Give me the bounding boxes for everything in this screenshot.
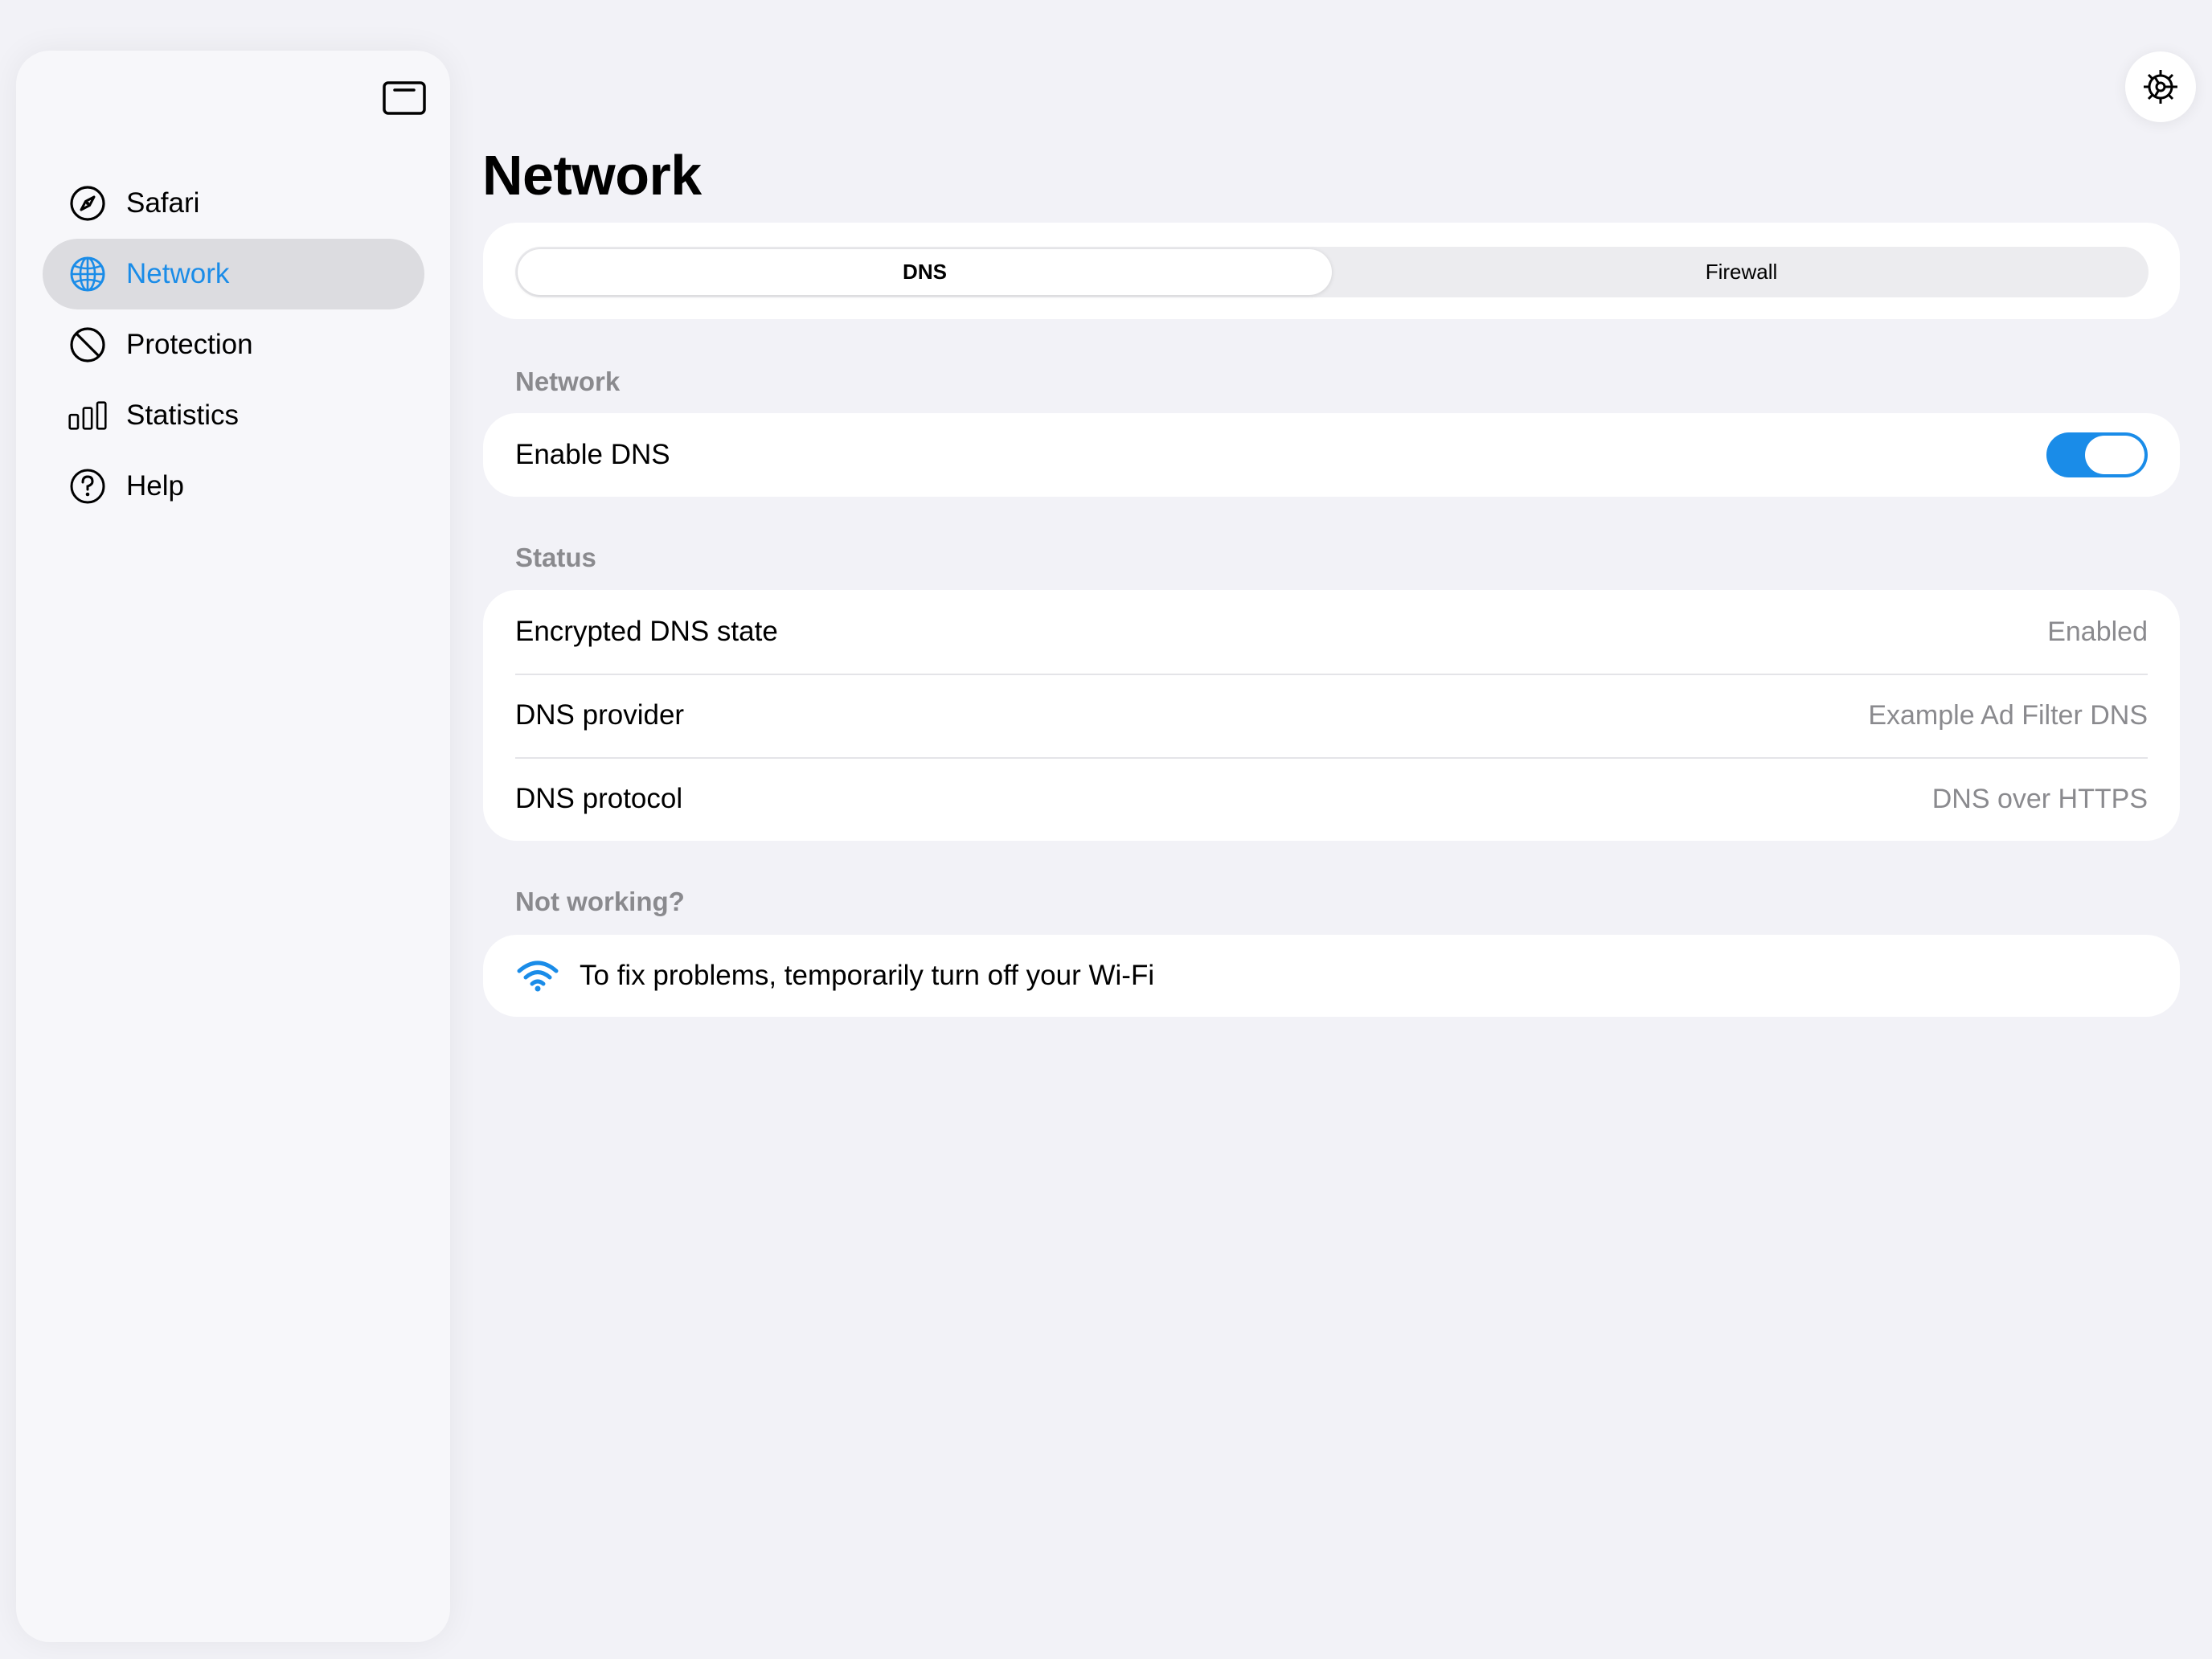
- sidebar-nav: Safari Network Protection Statistics Hel…: [43, 168, 424, 522]
- bar-chart-icon: [68, 396, 107, 435]
- enable-dns-toggle[interactable]: [2046, 432, 2148, 477]
- wifi-tip-text: To fix problems, temporarily turn off yo…: [580, 960, 1155, 991]
- wifi-tip-row: To fix problems, temporarily turn off yo…: [483, 935, 2180, 1017]
- sidebar-item-label: Safari: [126, 187, 200, 219]
- status-row-value: Example Ad Filter DNS: [1868, 699, 2148, 731]
- toggle-knob: [2085, 436, 2144, 474]
- globe-icon: [68, 255, 107, 293]
- sidebar-item-protection[interactable]: Protection: [43, 309, 424, 380]
- sidebar-item-label: Statistics: [126, 399, 240, 431]
- page-title: Network: [482, 144, 702, 207]
- wifi-icon: [515, 956, 560, 995]
- status-row-label: Encrypted DNS state: [515, 616, 778, 647]
- sidebar-item-network[interactable]: Network: [43, 239, 424, 309]
- enable-dns-label: Enable DNS: [515, 439, 670, 470]
- segmented-control: DNS Firewall: [515, 247, 2149, 297]
- sidebar-toggle-button[interactable]: [372, 70, 436, 126]
- sidebar-icon: [383, 81, 426, 115]
- sidebar-item-label: Help: [126, 470, 184, 502]
- compass-icon: [68, 184, 107, 223]
- status-row-value: DNS over HTTPS: [1931, 783, 2148, 814]
- status-card: Encrypted DNS state Enabled DNS provider…: [483, 590, 2180, 841]
- enable-dns-row: Enable DNS: [483, 413, 2180, 497]
- sidebar-item-statistics[interactable]: Statistics: [43, 380, 424, 451]
- status-row-dns-provider: DNS provider Example Ad Filter DNS: [483, 674, 2180, 757]
- sidebar-item-help[interactable]: Help: [43, 451, 424, 522]
- help-card: To fix problems, temporarily turn off yo…: [483, 935, 2180, 1017]
- tab-dns[interactable]: DNS: [518, 249, 1332, 295]
- status-row-label: DNS protocol: [515, 783, 683, 814]
- tab-firewall[interactable]: Firewall: [1334, 247, 2149, 297]
- gear-icon: [2144, 70, 2177, 104]
- status-row-value: Enabled: [2047, 616, 2148, 647]
- status-row-dns-protocol: DNS protocol DNS over HTTPS: [483, 757, 2180, 841]
- tab-bar-card: DNS Firewall: [483, 223, 2180, 319]
- app-window: Safari Network Protection Statistics Hel…: [0, 0, 2212, 1659]
- section-header-status: Status: [515, 543, 596, 572]
- status-row-encrypted-dns-state: Encrypted DNS state Enabled: [483, 590, 2180, 674]
- sidebar-item-label: Protection: [126, 329, 253, 360]
- status-row-label: DNS provider: [515, 699, 685, 731]
- prohibit-icon: [68, 326, 107, 364]
- network-card: Enable DNS: [483, 413, 2180, 497]
- section-header-network: Network: [515, 367, 621, 396]
- question-icon: [68, 467, 107, 506]
- sidebar: Safari Network Protection Statistics Hel…: [16, 51, 450, 1642]
- section-header-not-working: Not working?: [515, 887, 685, 916]
- sidebar-item-safari[interactable]: Safari: [43, 168, 424, 239]
- settings-button[interactable]: [2125, 51, 2196, 122]
- sidebar-item-label: Network: [126, 258, 230, 289]
